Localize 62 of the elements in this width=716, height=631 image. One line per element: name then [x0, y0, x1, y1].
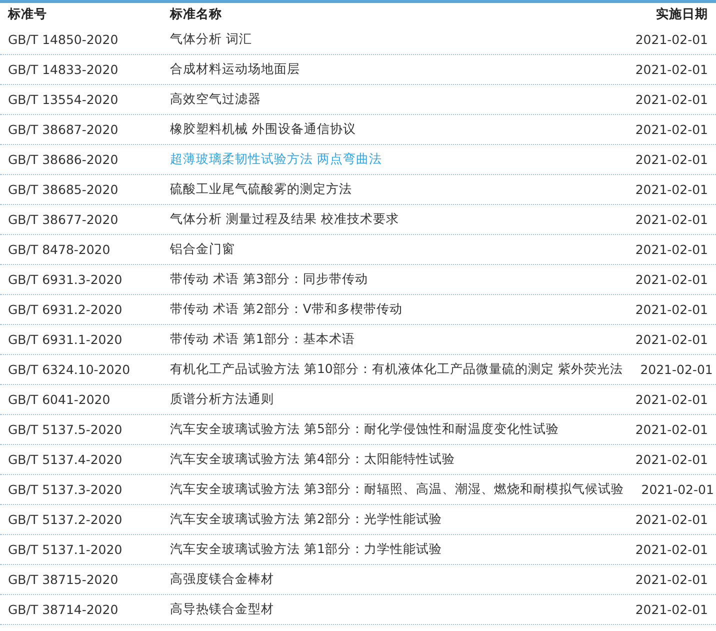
column-header: 标准名称	[170, 6, 223, 22]
date-cell: 2021-02-01	[635, 422, 708, 437]
standard-number: GB/T 5137.3-2020	[8, 482, 124, 497]
standard-number: GB/T 6931.2-2020	[8, 302, 124, 317]
date-cell: 2021-02-01	[635, 152, 708, 167]
column-header: 标准号	[8, 6, 48, 22]
standard-title-link[interactable]: 汽车安全玻璃试验方法 第2部分：光学性能试验	[170, 511, 442, 526]
date-cell: 2021-02-01	[640, 362, 713, 377]
standard-title-link[interactable]: 高导热镁合金型材	[170, 601, 274, 616]
standard-number: GB/T 38685-2020	[8, 182, 120, 197]
standard-number: GB/T 14833-2020	[8, 62, 120, 77]
standard-title-link[interactable]: 带传动 术语 第2部分：V带和多楔带传动	[170, 301, 402, 316]
standard-number: GB/T 6041-2020	[8, 392, 112, 407]
standard-title-link[interactable]: 气体分析 词汇	[170, 31, 252, 46]
date-cell: 2021-02-01	[635, 392, 708, 407]
standard-number: GB/T 38714-2020	[8, 602, 120, 617]
standard-title-link[interactable]: 带传动 术语 第1部分：基本术语	[170, 331, 355, 346]
standard-number: GB/T 6931.3-2020	[8, 272, 124, 287]
date-cell: 2021-02-01	[635, 302, 708, 317]
standard-title-link[interactable]: 铝合金门窗	[170, 241, 235, 256]
standard-number: GB/T 13554-2020	[8, 92, 120, 107]
standard-title-link[interactable]: 高强度镁合金棒材	[170, 571, 274, 586]
standard-title-link[interactable]: 高效空气过滤器	[170, 91, 261, 106]
date-cell: 2021-02-01	[635, 212, 708, 227]
standard-title-link[interactable]: 带传动 术语 第3部分：同步带传动	[170, 271, 368, 286]
date-cell: 2021-02-01	[635, 542, 708, 557]
column-header: 实施日期	[656, 6, 708, 22]
standard-number: GB/T 5137.5-2020	[8, 422, 124, 437]
standard-title-link[interactable]: 汽车安全玻璃试验方法 第1部分：力学性能试验	[170, 541, 442, 556]
date-cell: 2021-02-01	[635, 272, 708, 287]
standard-number: GB/T 38686-2020	[8, 152, 120, 167]
date-cell: 2021-02-01	[635, 122, 708, 137]
date-cell: 2021-02-01	[641, 482, 714, 497]
standard-title-link[interactable]: 汽车安全玻璃试验方法 第4部分：太阳能特性试验	[170, 451, 455, 466]
standard-number: GB/T 5137.2-2020	[8, 512, 124, 527]
standard-title-link[interactable]: 硫酸工业尾气硫酸雾的测定方法	[170, 181, 352, 196]
standard-title-link[interactable]: 橡胶塑料机械 外围设备通信协议	[170, 121, 356, 136]
standard-number: GB/T 5137.1-2020	[8, 542, 124, 557]
date-cell: 2021-02-01	[635, 242, 708, 257]
standard-title-link[interactable]: 汽车安全玻璃试验方法 第5部分：耐化学侵蚀性和耐温度变化性试验	[170, 421, 559, 436]
standard-number: GB/T 5137.4-2020	[8, 452, 124, 467]
standard-title-link[interactable]: 汽车安全玻璃试验方法 第3部分：耐辐照、高温、潮湿、燃烧和耐模拟气候试验	[170, 481, 624, 496]
date-cell: 2021-02-01	[635, 62, 708, 77]
standard-number: GB/T 6931.1-2020	[8, 332, 124, 347]
standard-title-link[interactable]: 质谱分析方法通则	[170, 391, 274, 406]
standard-title-link[interactable]: 有机化工产品试验方法 第10部分：有机液体化工产品微量硫的测定 紫外荧光法	[170, 361, 623, 376]
standard-number: GB/T 38715-2020	[8, 572, 120, 587]
standard-number: GB/T 8478-2020	[8, 242, 112, 257]
standard-title-link[interactable]: 气体分析 测量过程及结果 校准技术要求	[170, 211, 399, 226]
date-cell: 2021-02-01	[635, 572, 708, 587]
standard-number: GB/T 6324.10-2020	[8, 362, 132, 377]
date-cell: 2021-02-01	[635, 92, 708, 107]
date-cell: 2021-02-01	[635, 512, 708, 527]
standard-number: GB/T 38677-2020	[8, 212, 120, 227]
standard-number: GB/T 38687-2020	[8, 122, 120, 137]
date-cell: 2021-02-01	[635, 332, 708, 347]
date-cell: 2021-02-01	[635, 452, 708, 467]
standard-number: GB/T 14850-2020	[8, 32, 120, 47]
date-cell: 2021-02-01	[635, 182, 708, 197]
date-cell: 2021-02-01	[635, 32, 708, 47]
standard-title-link[interactable]: 合成材料运动场地面层	[170, 61, 300, 76]
date-cell: 2021-02-01	[635, 602, 708, 617]
